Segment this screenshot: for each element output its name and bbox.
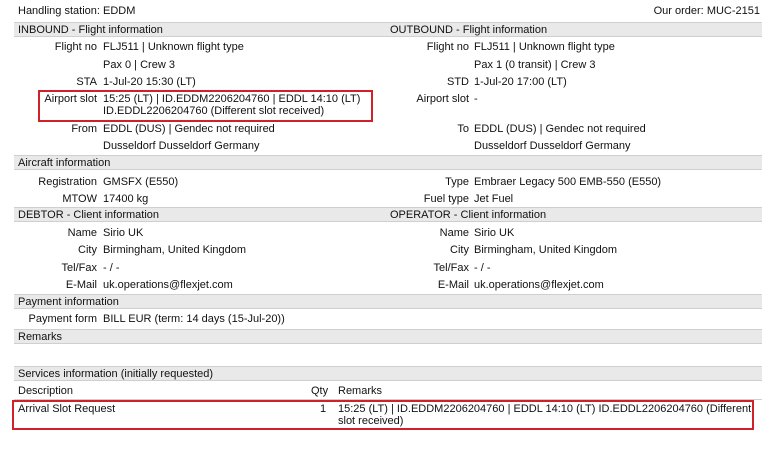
- service-row-highlight: [12, 400, 754, 430]
- client-section-header: DEBTOR - Client information OPERATOR - C…: [14, 207, 762, 222]
- operator-email-label: E-Mail: [437, 279, 469, 291]
- outbound-title-bold: OUTBOUND: [390, 24, 453, 36]
- outbound-slot-label: Airport slot: [416, 93, 469, 105]
- debtor-city-value: Birmingham, United Kingdom: [103, 244, 247, 256]
- registration-value: GMSFX (E550): [103, 176, 179, 188]
- outbound-section-title: OUTBOUND - Flight information: [390, 24, 547, 36]
- debtor-city-label: City: [78, 244, 97, 256]
- handling-station-label: Handling station:: [18, 5, 100, 17]
- debtor-section-title: DEBTOR - Client information: [18, 209, 159, 221]
- services-section-title: Services information (initially requeste…: [18, 368, 214, 380]
- payment-form-label: Payment form: [28, 313, 97, 325]
- aircraft-type-label: Type: [445, 176, 469, 188]
- payment-section-title: Payment information: [18, 296, 119, 308]
- inbound-sta-label: STA: [76, 76, 97, 88]
- inbound-title-bold: INBOUND: [18, 24, 69, 36]
- services-section-header: Services information (initially requeste…: [14, 366, 762, 381]
- inbound-pax-value: Pax 0 | Crew 3: [103, 59, 175, 71]
- operator-name-label: Name: [439, 227, 469, 239]
- outbound-pax-value: Pax 1 (0 transit) | Crew 3: [474, 59, 596, 71]
- debtor-email-label: E-Mail: [65, 279, 97, 291]
- debtor-title-rest: - Client information: [63, 209, 160, 221]
- outbound-flight-no-label: Flight no: [426, 41, 469, 53]
- services-col-description: Description: [18, 385, 74, 397]
- aircraft-section-title: Aircraft information: [18, 157, 111, 169]
- inbound-from-label: From: [71, 123, 97, 135]
- handling-station: Handling station: EDDM: [18, 5, 135, 17]
- fuel-type-label: Fuel type: [423, 193, 469, 205]
- operator-section-title: OPERATOR - Client information: [390, 209, 546, 221]
- outbound-slot-value: -: [474, 93, 478, 105]
- debtor-name-label: Name: [67, 227, 97, 239]
- operator-city-label: City: [450, 244, 469, 256]
- our-order-value: MUC-2151: [706, 5, 760, 17]
- operator-title-rest: - Client information: [450, 209, 547, 221]
- debtor-email-value: uk.operations@flexjet.com: [103, 279, 233, 291]
- operator-title-bold: OPERATOR: [390, 209, 451, 221]
- debtor-title-bold: DEBTOR: [18, 209, 64, 221]
- services-col-remarks: Remarks: [338, 385, 383, 397]
- handling-station-value: EDDM: [103, 5, 136, 17]
- outbound-to-value: EDDL (DUS) | Gendec not required: [474, 123, 646, 135]
- aircraft-section-header: Aircraft information: [14, 155, 762, 170]
- operator-email-value: uk.operations@flexjet.com: [474, 279, 604, 291]
- outbound-to-label: To: [457, 123, 469, 135]
- services-col-qty: Qty: [311, 385, 329, 397]
- outbound-to-city: Dusseldorf Dusseldorf Germany: [474, 140, 631, 152]
- operator-city-value: Birmingham, United Kingdom: [474, 244, 618, 256]
- inbound-sta-value: 1-Jul-20 15:30 (LT): [103, 76, 196, 88]
- remarks-section-title: Remarks: [18, 331, 63, 343]
- flight-info-section-header: INBOUND - Flight information OUTBOUND - …: [14, 22, 762, 37]
- inbound-flight-no-label: Flight no: [54, 41, 97, 53]
- inbound-title-rest: - Flight information: [68, 24, 163, 36]
- aircraft-type-value: Embraer Legacy 500 EMB-550 (E550): [474, 176, 662, 188]
- inbound-from-city: Dusseldorf Dusseldorf Germany: [103, 140, 260, 152]
- debtor-tel-value: - / -: [103, 262, 120, 274]
- remarks-section-header: Remarks: [14, 329, 762, 344]
- outbound-title-rest: - Flight information: [452, 24, 548, 36]
- operator-tel-value: - / -: [474, 262, 491, 274]
- registration-label: Registration: [38, 176, 97, 188]
- operator-name-value: Sirio UK: [474, 227, 515, 239]
- operator-tel-label: Tel/Fax: [433, 262, 469, 274]
- document-header: Handling station: EDDM Our order: MUC-21…: [18, 5, 760, 19]
- our-order-label: Our order:: [653, 5, 704, 17]
- mtow-value: 17400 kg: [103, 193, 149, 205]
- outbound-std-label: STD: [447, 76, 469, 88]
- inbound-section-title: INBOUND - Flight information: [18, 24, 163, 36]
- payment-form-value: BILL EUR (term: 14 days (15-Jul-20)): [103, 313, 285, 325]
- inbound-flight-no-value: FLJ511 | Unknown flight type: [103, 41, 244, 53]
- payment-section-header: Payment information: [14, 294, 762, 309]
- outbound-std-value: 1-Jul-20 17:00 (LT): [474, 76, 567, 88]
- mtow-label: MTOW: [62, 193, 97, 205]
- our-order: Our order: MUC-2151: [654, 5, 760, 17]
- debtor-name-value: Sirio UK: [103, 227, 144, 239]
- outbound-flight-no-value: FLJ511 | Unknown flight type: [474, 41, 615, 53]
- inbound-from-value: EDDL (DUS) | Gendec not required: [103, 123, 275, 135]
- debtor-tel-label: Tel/Fax: [61, 262, 97, 274]
- fuel-type-value: Jet Fuel: [474, 193, 514, 205]
- inbound-slot-highlight: [38, 90, 373, 122]
- order-document: Handling station: EDDM Our order: MUC-21…: [0, 0, 772, 457]
